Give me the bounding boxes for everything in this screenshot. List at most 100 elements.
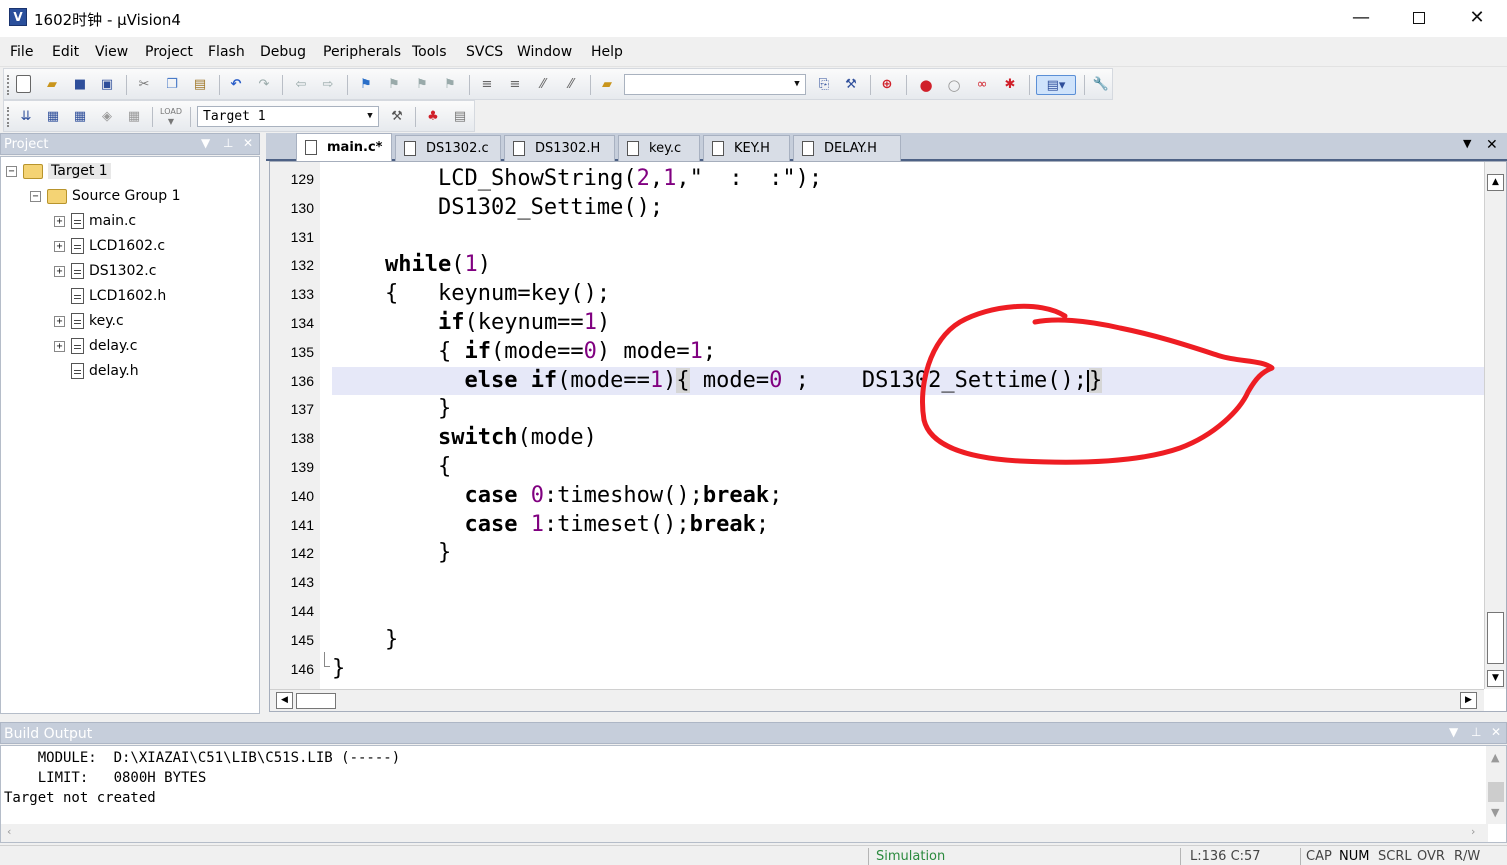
fold-margin[interactable] [320,162,332,689]
code-line[interactable]: while(1) [332,251,1484,280]
unindent-icon[interactable]: ≡ [505,75,525,95]
debug-session-icon[interactable]: ⊕ [877,75,897,95]
manage-components-icon[interactable]: ♣ [423,107,443,127]
code-line[interactable] [332,597,1484,626]
navigate-back-icon[interactable]: ⇦ [291,75,311,95]
select-packs-icon[interactable]: ▤ [450,107,470,127]
tree-item-main-c[interactable]: + main.c [54,210,136,232]
maximize-button[interactable] [1396,0,1442,37]
code-line[interactable]: } [332,539,1484,568]
code-line[interactable]: { [332,453,1484,482]
tree-expander-icon[interactable]: + [54,340,65,352]
scroll-up-arrow[interactable]: ▲ [1487,174,1504,191]
scroll-left-arrow[interactable]: ◀ [276,692,293,709]
menu-debug[interactable]: Debug [260,44,306,60]
configure-icon[interactable]: 🔧 [1091,75,1111,95]
toolbar-grip[interactable] [7,75,10,95]
tab-main-c[interactable]: main.c* [296,133,392,161]
tree-expander-icon[interactable]: + [54,215,65,227]
tree-expander-icon[interactable]: + [54,315,65,327]
find-in-files-icon[interactable]: ▰ [597,75,617,95]
disable-all-breakpoints-icon[interactable]: ∞ [972,75,992,95]
editor-vertical-scrollbar[interactable]: ▲ ▼ [1484,162,1506,689]
tree-expander-icon[interactable]: − [6,165,17,177]
code-line[interactable]: case 1:timeset();break; [332,511,1484,540]
breakpoint-icon[interactable]: ● [916,75,936,95]
menu-tools[interactable]: Tools [412,44,447,60]
menu-project[interactable]: Project [145,44,193,60]
tab-ds1302-c[interactable]: DS1302.c [395,135,501,161]
close-tab-icon[interactable]: ✕ [1486,137,1498,153]
pin-icon[interactable]: ⊥ [223,136,233,150]
menu-flash[interactable]: Flash [208,44,245,60]
tree-item-ds1302-c[interactable]: + DS1302.c [54,260,156,282]
code-line[interactable]: } [332,655,1484,684]
new-file-icon[interactable] [16,75,31,93]
menu-view[interactable]: View [95,44,128,60]
code-line[interactable]: { keynum=key(); [332,280,1484,309]
clear-bookmarks-icon[interactable]: ⚑ [440,75,460,95]
build-icon[interactable]: ▦ [43,107,63,127]
scroll-down-arrow[interactable]: ▼ [1487,670,1504,687]
target-select[interactable]: Target 1 ▼ [197,106,379,127]
scroll-right-arrow[interactable]: ▶ [1460,692,1477,709]
navigate-forward-icon[interactable]: ⇨ [318,75,338,95]
save-all-icon[interactable]: ▣ [97,75,117,95]
tree-item-target-1[interactable]: − Target 1 [6,160,111,182]
build-panel-menu-icon[interactable]: ▼ [1449,725,1458,739]
menu-edit[interactable]: Edit [52,44,79,60]
disable-breakpoint-icon[interactable]: ○ [944,75,964,95]
tab-key-h[interactable]: KEY.H [703,135,790,161]
menu-help[interactable]: Help [591,44,623,60]
uncomment-icon[interactable]: ⁄⁄ [561,75,581,95]
tree-item-lcd1602-h[interactable]: LCD1602.h [54,285,166,307]
tab-ds1302-h[interactable]: DS1302.H [504,135,615,161]
cut-icon[interactable]: ✂ [134,75,154,95]
save-icon[interactable]: ■ [70,75,90,95]
toolbar-grip-2[interactable] [7,107,10,127]
menu-file[interactable]: File [10,44,33,60]
next-bookmark-icon[interactable]: ⚑ [412,75,432,95]
target-options-icon[interactable]: ⚒ [387,107,407,127]
find-icon[interactable]: ⎘ [814,75,834,95]
code-line[interactable] [332,223,1484,252]
code-line[interactable]: } [332,626,1484,655]
open-folder-icon[interactable]: ▰ [42,75,62,95]
minimize-button[interactable]: — [1338,0,1384,37]
paste-icon[interactable]: ▤ [190,75,210,95]
code-line[interactable]: LCD_ShowString(2,1," : :"); [332,165,1484,194]
menu-svcs[interactable]: SVCS [466,44,503,60]
tree-item-source-group-1[interactable]: − Source Group 1 [30,185,181,207]
code-line[interactable]: { if(mode==0) mode=1; [332,338,1484,367]
editor-horizontal-scrollbar[interactable]: ◀ ▶ [270,689,1484,711]
find-combo[interactable]: ▼ [624,74,806,95]
tree-expander-icon[interactable]: + [54,265,65,277]
tab-key-c[interactable]: key.c [618,135,700,161]
tab-list-icon[interactable]: ▼ [1463,137,1471,150]
copy-icon[interactable]: ❐ [162,75,182,95]
close-panel-icon[interactable]: ✕ [243,136,253,150]
code-line[interactable]: DS1302_Settime(); [332,194,1484,223]
build-vertical-scrollbar[interactable]: ▲ ▼ [1486,746,1506,824]
window-layout-icon[interactable]: ▤▾ [1036,75,1076,95]
code-line[interactable]: else if(mode==1){ mode=0 ; DS1302_Settim… [332,366,1484,396]
tree-expander-icon[interactable]: + [54,240,65,252]
build-close-icon[interactable]: ✕ [1491,725,1501,739]
tree-item-key-c[interactable]: + key.c [54,310,124,332]
build-output-panel[interactable]: MODULE: D:\XIAZAI\C51\LIB\C51S.LIB (----… [0,745,1507,843]
menu-window[interactable]: Window [517,44,572,60]
tree-expander-icon[interactable]: − [30,190,41,202]
comment-icon[interactable]: ⁄⁄ [533,75,553,95]
kill-breakpoints-icon[interactable]: ✱ [1000,75,1020,95]
menu-peripherals[interactable]: Peripherals [323,44,401,60]
tree-item-delay-h[interactable]: delay.h [54,360,139,382]
prev-bookmark-icon[interactable]: ⚑ [384,75,404,95]
panel-menu-icon[interactable]: ▼ [201,136,210,150]
incremental-find-icon[interactable]: ⚒ [841,75,861,95]
stop-build-icon[interactable]: ▦ [124,107,144,127]
code-line[interactable]: case 0:timeshow();break; [332,482,1484,511]
code-line[interactable] [332,568,1484,597]
close-button[interactable]: ✕ [1454,0,1500,37]
tree-item-lcd1602-c[interactable]: + LCD1602.c [54,235,165,257]
build-horizontal-scrollbar[interactable]: ‹ › [1,824,1488,842]
